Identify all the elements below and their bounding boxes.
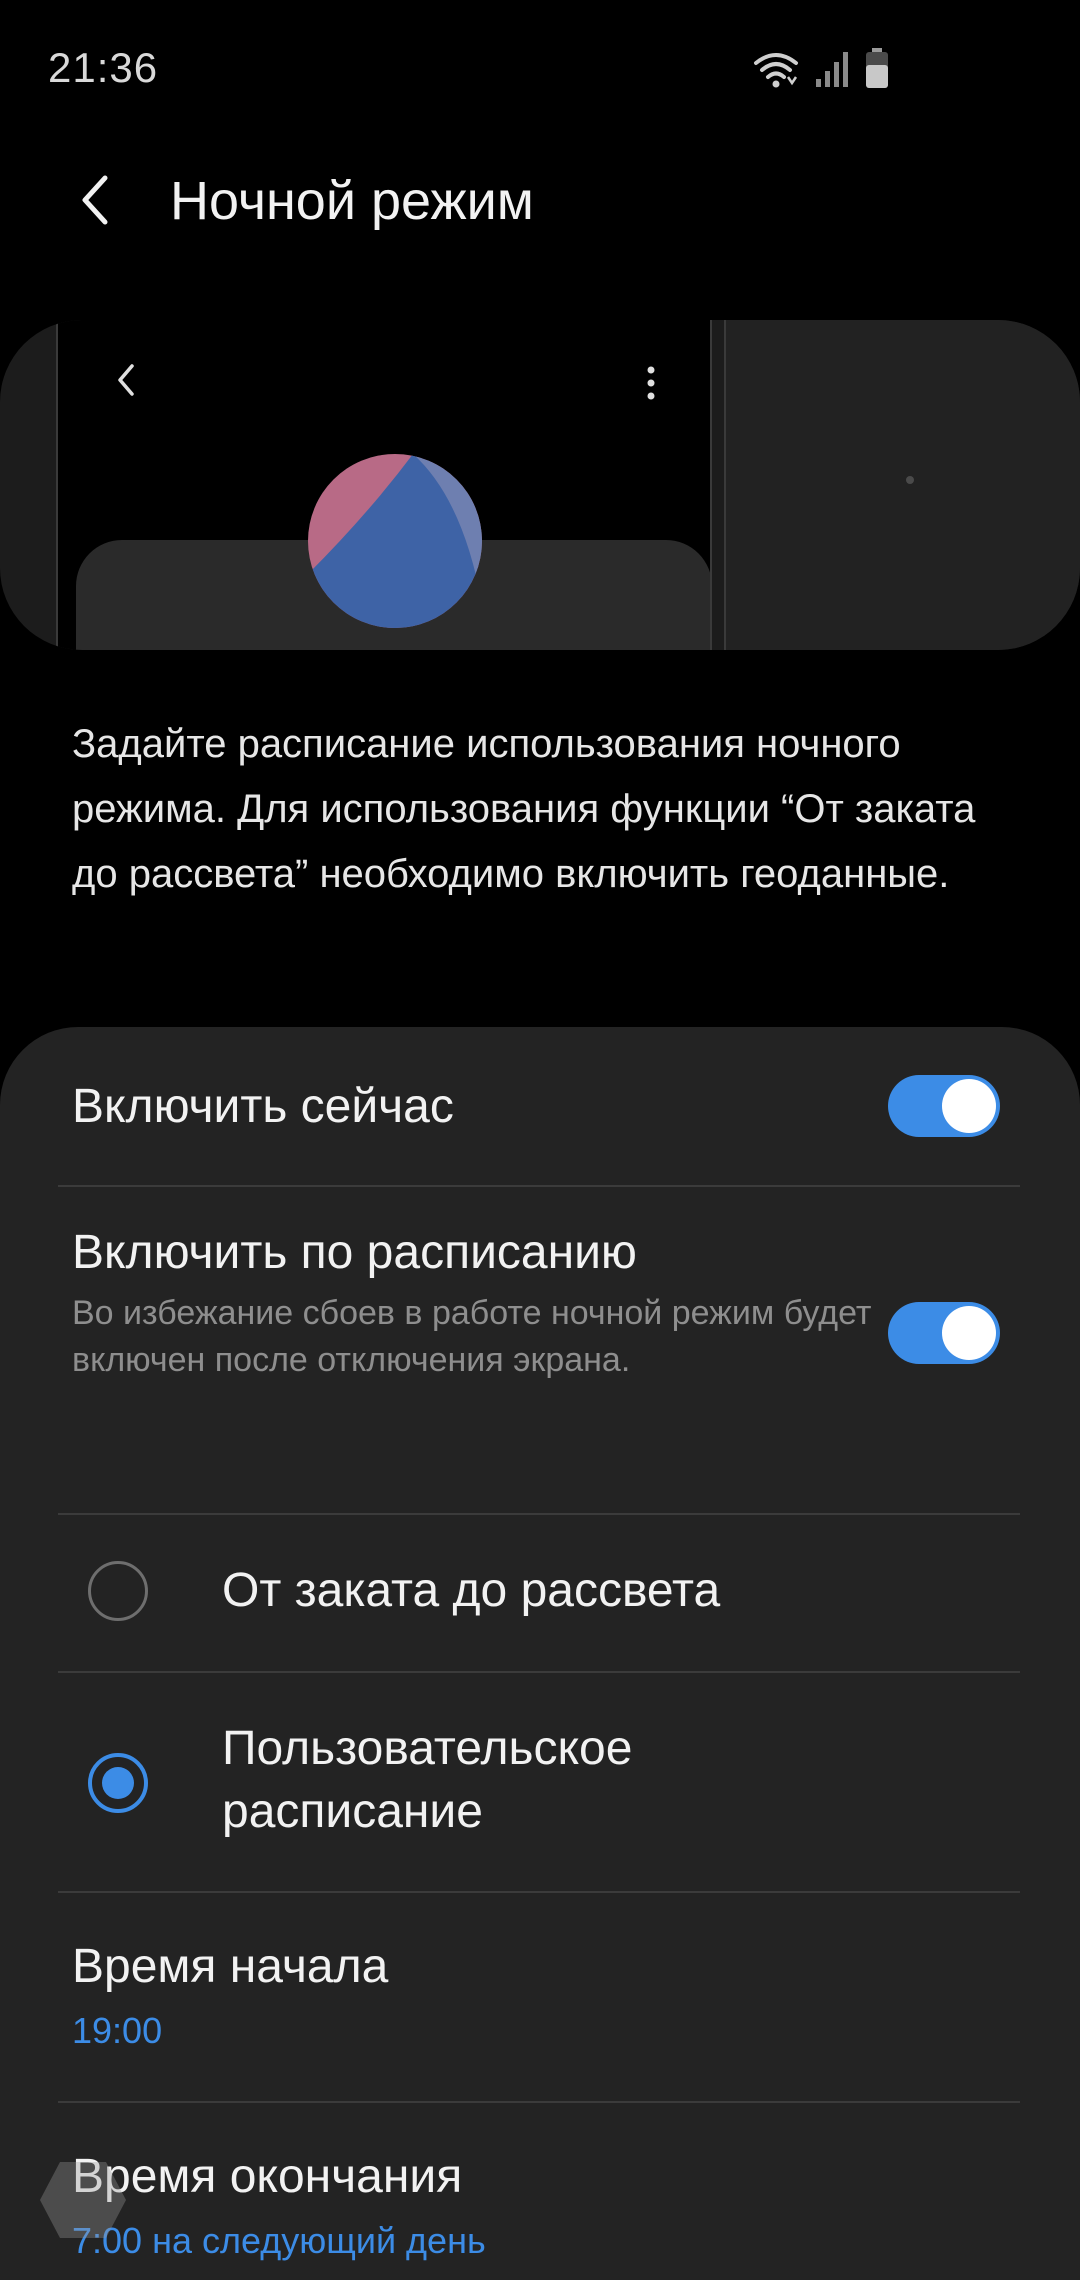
status-bar: 21:36 [0,0,1080,145]
preview-dot [906,476,914,484]
back-button[interactable] [60,165,130,235]
turn-on-now-row[interactable]: Включить сейчас [0,1027,1080,1185]
night-mode-screen: 21:36 Ночной режим Задайте расписание ис… [0,0,1080,2280]
start-time-label: Время начала [72,1940,389,1993]
wifi-icon [752,49,800,94]
radio-sunset-to-sunrise[interactable] [88,1561,148,1621]
preview-image-icon [308,454,482,633]
toggle-knob [942,1306,996,1360]
preview-next-page [724,320,1080,650]
start-time-value: 19:00 [72,2010,163,2051]
watermark-hexagon-icon [38,2160,128,2245]
radio-selected-dot [102,1767,134,1799]
toggle-knob [942,1079,996,1133]
turn-on-now-toggle[interactable] [888,1075,1000,1137]
end-time-label: Время окончания [72,2150,463,2203]
scheduled-row[interactable]: Включить по расписанию Во избежание сбое… [0,1187,1080,1513]
scheduled-subtitle: Во избежание сбоев в работе ночной режим… [72,1294,872,1379]
option-custom-schedule-label: Пользовательское расписание [222,1722,633,1838]
preview-more-icon [646,366,656,405]
end-time-row[interactable]: Время окончания 7:00 на следующий день [0,2103,1080,2280]
battery-icon [864,47,890,94]
option-sunset-to-sunrise[interactable]: От заката до рассвета [0,1515,1080,1671]
turn-on-now-label: Включить сейчас [72,1080,454,1133]
option-custom-schedule[interactable]: Пользовательское расписание [0,1673,1080,1891]
scheduled-toggle[interactable] [888,1302,1000,1364]
description-text: Задайте расписание использования ночного… [72,722,976,896]
chevron-left-icon [82,175,108,225]
settings-card: Включить сейчас Включить по расписанию В… [0,1027,1080,2280]
start-time-row[interactable]: Время начала 19:00 [0,1893,1080,2101]
option-sunset-to-sunrise-label: От заката до рассвета [222,1564,721,1617]
preview-back-icon [112,360,140,405]
night-mode-preview[interactable] [0,320,1080,650]
status-time: 21:36 [48,44,159,91]
preview-phone-screen [56,320,712,650]
page-title: Ночной режим [170,171,534,231]
scheduled-label: Включить по расписанию [72,1226,637,1279]
status-icons [752,48,890,94]
end-time-value: 7:00 на следующий день [72,2220,486,2261]
radio-custom-schedule[interactable] [88,1753,148,1813]
signal-icon [814,49,850,94]
